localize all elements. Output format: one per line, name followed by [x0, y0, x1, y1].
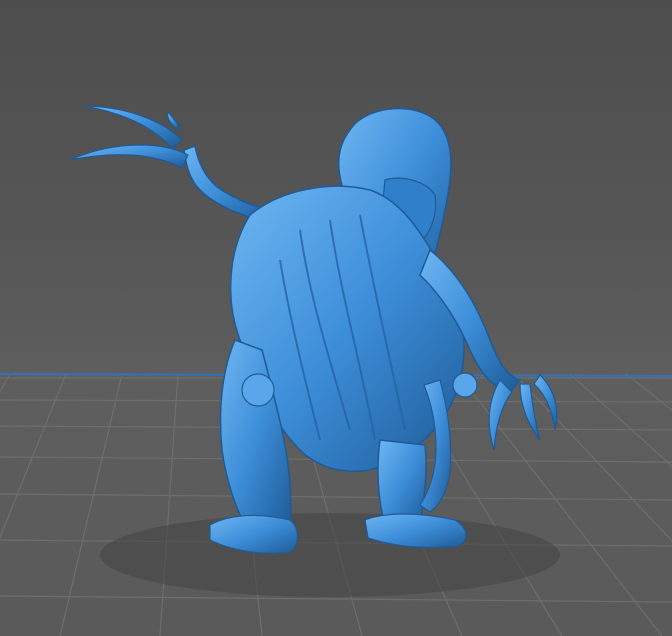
3d-viewport[interactable]: [0, 0, 672, 636]
lowered-claw-2: [519, 383, 541, 441]
scene-canvas[interactable]: [0, 0, 672, 636]
right-joint: [452, 372, 478, 398]
raised-claw-2: [69, 144, 189, 169]
model-shadow: [100, 513, 560, 597]
lowered-claw-3: [533, 374, 558, 431]
raised-claw-3: [167, 110, 179, 132]
right-leg: [377, 439, 427, 526]
creature-model[interactable]: [69, 105, 558, 554]
left-knee: [241, 373, 275, 407]
